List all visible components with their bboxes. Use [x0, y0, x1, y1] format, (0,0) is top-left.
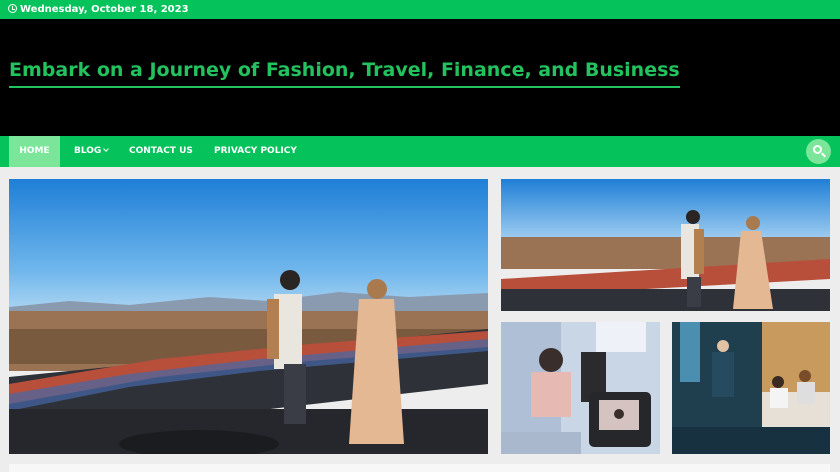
current-date: Wednesday, October 18, 2023 — [20, 4, 189, 15]
top-bar: Wednesday, October 18, 2023 — [0, 0, 840, 19]
featured-image-top-right[interactable] — [501, 179, 830, 311]
masthead: Embark on a Journey of Fashion, Travel, … — [0, 19, 840, 136]
nav-item-blog[interactable]: BLOG — [74, 136, 110, 167]
featured-image-bottom-left[interactable] — [501, 322, 660, 454]
site-title[interactable]: Embark on a Journey of Fashion, Travel, … — [9, 59, 680, 88]
clock-icon — [8, 4, 17, 13]
featured-image-bottom-right[interactable] — [672, 322, 830, 454]
search-button[interactable] — [806, 139, 831, 164]
chevron-down-icon — [103, 146, 110, 152]
featured-image-hero[interactable] — [9, 179, 488, 454]
content-edge — [9, 464, 830, 472]
nav-item-label: BLOG — [74, 146, 102, 156]
main-navigation: HOME BLOG CONTACT US PRIVACY POLICY — [0, 136, 840, 167]
nav-item-privacy-policy[interactable]: PRIVACY POLICY — [214, 136, 297, 167]
nav-item-contact-us[interactable]: CONTACT US — [129, 136, 193, 167]
nav-item-home[interactable]: HOME — [9, 136, 60, 167]
